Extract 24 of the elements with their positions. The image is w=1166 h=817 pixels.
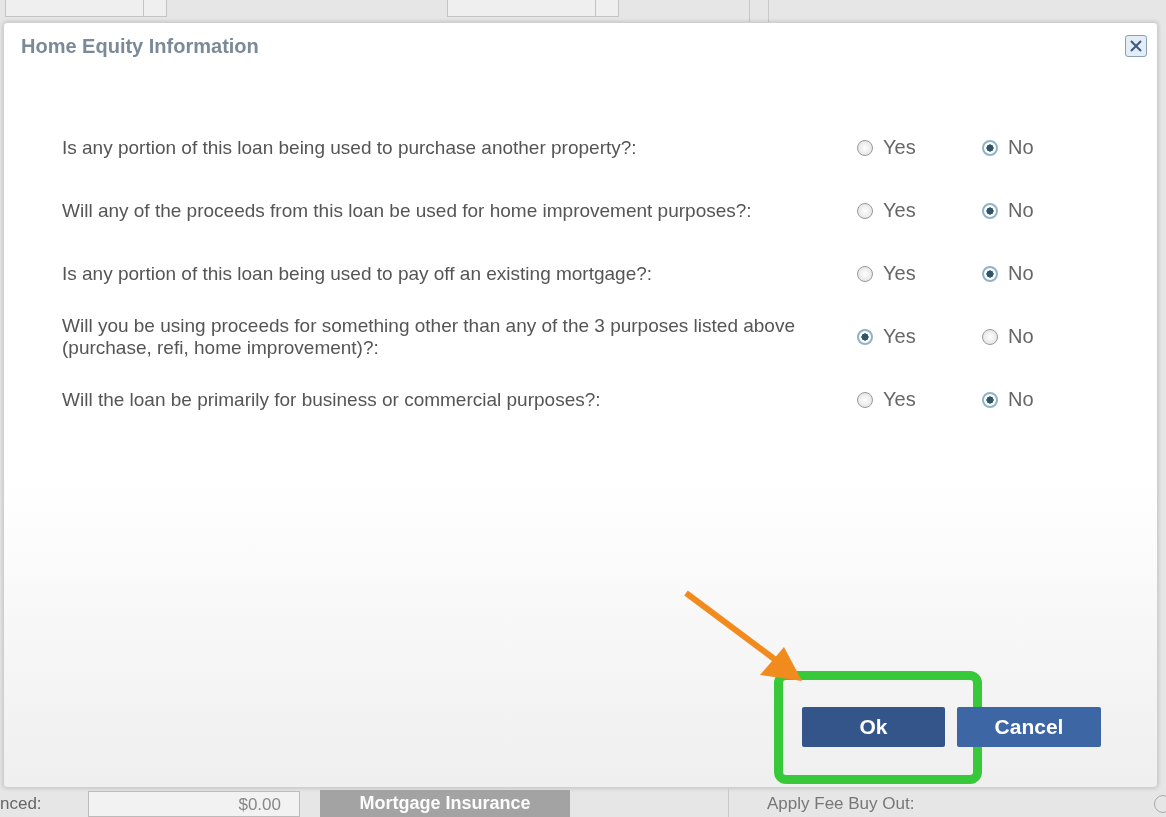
spin-field[interactable] xyxy=(447,0,619,17)
question-text: Will the loan be primarily for business or commercial purposes?: xyxy=(62,388,602,411)
radio-option[interactable]: No xyxy=(955,262,1095,285)
amount-field[interactable]: $0.00 xyxy=(88,790,300,817)
spin-field[interactable] xyxy=(5,0,167,17)
question-text: Is any portion of this loan being used to pay off an existing mortgage?: xyxy=(62,262,654,285)
radio-option[interactable]: Yes xyxy=(830,325,955,348)
radio-option[interactable]: Yes xyxy=(830,199,955,222)
radio-option[interactable]: No xyxy=(955,199,1095,222)
radio-option[interactable]: No xyxy=(955,136,1095,159)
field-label: nced: xyxy=(0,793,43,814)
dialog-title: Home Equity Information xyxy=(21,34,259,58)
radio-option[interactable]: Yes xyxy=(830,388,955,411)
radio-option[interactable]: No xyxy=(955,388,1095,411)
dialog-button[interactable]: Cancel xyxy=(957,707,1101,747)
close-icon[interactable] xyxy=(1125,35,1147,57)
question-text: Will you be using proceeds for something other than any of the 3 purposes listed above (purchase, refi, home improvement)?: xyxy=(62,314,796,359)
question-text: Is any portion of this loan being used to purchase another property?: xyxy=(62,136,638,159)
dialog-button[interactable]: Ok xyxy=(802,707,945,747)
radio-option[interactable]: No xyxy=(955,325,1095,348)
field-label: Apply Fee Buy Out: xyxy=(767,793,915,814)
radio-option[interactable]: Yes xyxy=(830,136,955,159)
radio-option[interactable]: Yes xyxy=(830,262,955,285)
question-text: Will any of the proceeds from this loan be used for home improvement purposes?: xyxy=(62,199,753,222)
